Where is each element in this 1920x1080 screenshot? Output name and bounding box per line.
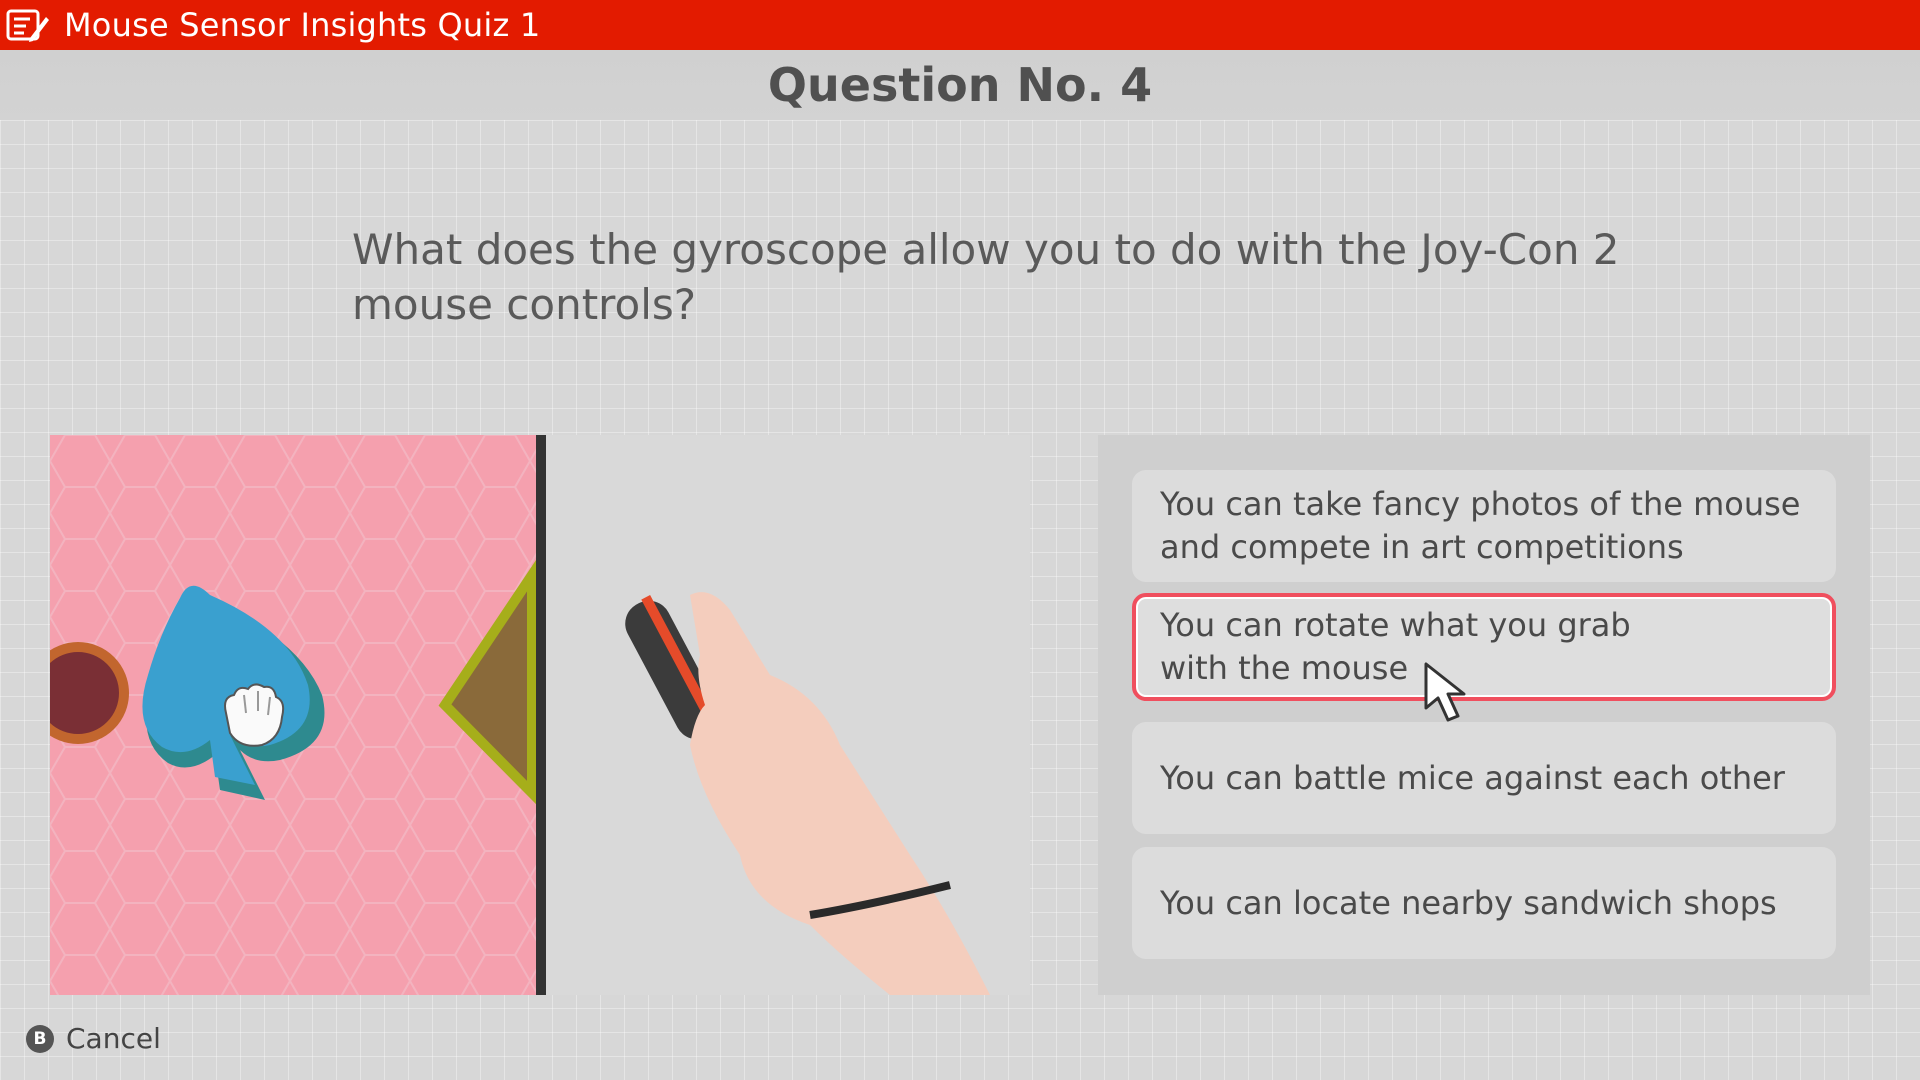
question-number: Question No. 4: [767, 58, 1153, 112]
answer-options-panel: You can take fancy photos of the mouse a…: [1098, 435, 1870, 995]
b-button-icon: B: [26, 1024, 54, 1053]
answer-option-1[interactable]: You can take fancy photos of the mouse a…: [1132, 470, 1836, 582]
answer-option-4[interactable]: You can locate nearby sandwich shops: [1132, 847, 1836, 959]
pointer-cursor-icon: [1424, 662, 1466, 722]
illustration-image: [50, 435, 1030, 995]
answer-option-label: You can battle mice against each other: [1160, 758, 1785, 797]
cancel-button[interactable]: B Cancel: [26, 1022, 161, 1055]
question-illustration: [50, 435, 1030, 995]
answer-option-label: You can locate nearby sandwich shops: [1160, 883, 1777, 922]
grab-hand-icon: [224, 683, 285, 747]
title-bar: Mouse Sensor Insights Quiz 1: [0, 0, 1920, 50]
app-title: Mouse Sensor Insights Quiz 1: [64, 6, 541, 44]
quiz-notepad-icon: [6, 9, 49, 42]
cancel-label: Cancel: [66, 1022, 161, 1055]
answer-option-2[interactable]: You can rotate what you grab with the mo…: [1132, 593, 1836, 701]
answer-option-label: You can take fancy photos of the mouse a…: [1160, 485, 1801, 566]
question-text: What does the gyroscope allow you to do …: [352, 225, 1620, 329]
answer-option-label: You can rotate what you grab with the mo…: [1160, 606, 1631, 687]
question-number-bar: Question No. 4: [0, 50, 1920, 120]
answer-option-3[interactable]: You can battle mice against each other: [1132, 722, 1836, 834]
